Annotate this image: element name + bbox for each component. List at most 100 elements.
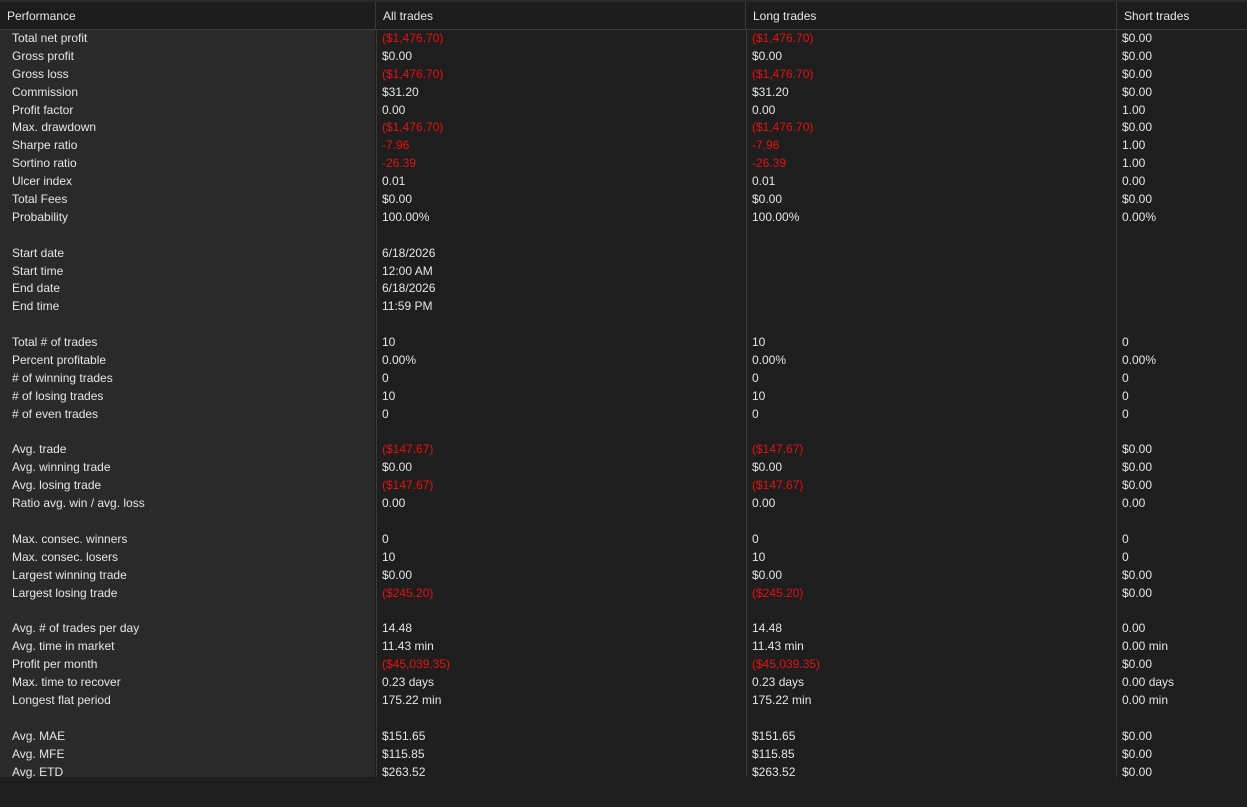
short-trades-value: 0 xyxy=(1122,388,1129,403)
table-row[interactable]: Avg. trade ($147.67) ($147.67) $0.00 xyxy=(0,441,1247,459)
table-row[interactable]: # of winning trades 0 0 0 xyxy=(0,370,1247,388)
all-trades-value: 10 xyxy=(382,388,396,403)
row-label: Commission xyxy=(12,84,79,99)
short-trades-value xyxy=(1122,263,1242,281)
table-row[interactable]: Probability 100.00% 100.00% 0.00% xyxy=(0,209,1247,227)
all-trades-value: 10 xyxy=(382,549,396,564)
short-trades-value: $0.00 xyxy=(1122,192,1153,207)
table-row[interactable]: Gross profit $0.00 $0.00 $0.00 xyxy=(0,48,1247,66)
all-trades-value: 0 xyxy=(382,406,389,421)
row-label xyxy=(12,316,372,334)
short-trades-value: 0.00% xyxy=(1122,353,1157,368)
table-row[interactable]: Avg. # of trades per day 14.48 14.48 0.00 xyxy=(0,620,1247,638)
all-trades-value: -26.39 xyxy=(382,156,417,171)
all-trades-value: $0.00 xyxy=(382,460,413,475)
table-row[interactable]: Largest losing trade ($245.20) ($245.20) $0… xyxy=(0,585,1247,603)
column-header-short-trades[interactable]: Short trades xyxy=(1117,2,1247,30)
row-label: Max. consec. winners xyxy=(12,531,128,546)
table-row[interactable]: Profit factor 0.00 0.00 1.00 xyxy=(0,102,1247,120)
table-row[interactable]: Largest winning trade $0.00 $0.00 $0.00 xyxy=(0,567,1247,585)
table-row[interactable]: Profit per month ($45,039.35) ($45,039.35)… xyxy=(0,656,1247,674)
long-trades-value: $31.20 xyxy=(752,84,789,99)
long-trades-value: -7.96 xyxy=(752,138,780,153)
table-row[interactable]: # of even trades 0 0 0 xyxy=(0,406,1247,424)
table-row[interactable]: Max. drawdown ($1,476.70) ($1,476.70) $0.00 xyxy=(0,119,1247,137)
column-header-all-trades[interactable]: All trades xyxy=(376,2,746,30)
short-trades-value: $0.00 xyxy=(1122,478,1153,493)
table-row[interactable]: End time 11:59 PM xyxy=(0,298,1247,316)
all-trades-value: 0.00 xyxy=(382,496,406,511)
all-trades-value: 0.23 days xyxy=(382,675,435,690)
short-trades-value xyxy=(1122,245,1242,263)
table-row[interactable]: Max. time to recover 0.23 days 0.23 days 0.… xyxy=(0,674,1247,692)
row-label: Max. time to recover xyxy=(12,675,121,690)
table-row[interactable]: Avg. MFE $115.85 $115.85 $0.00 xyxy=(0,746,1247,764)
short-trades-value: 0.00 xyxy=(1122,496,1146,511)
table-row[interactable]: Max. consec. winners 0 0 0 xyxy=(0,531,1247,549)
long-trades-value: ($147.67) xyxy=(752,478,804,493)
table-row[interactable]: Avg. MAE $151.65 $151.65 $0.00 xyxy=(0,728,1247,746)
long-trades-value xyxy=(752,603,1112,621)
column-header-long-trades[interactable]: Long trades xyxy=(746,2,1117,30)
spacer-row xyxy=(0,227,1247,245)
long-trades-value: $0.00 xyxy=(752,48,783,63)
column-header-performance[interactable]: Performance xyxy=(0,2,376,30)
all-trades-value: 0 xyxy=(382,531,389,546)
table-row[interactable]: Commission $31.20 $31.20 $0.00 xyxy=(0,84,1247,102)
table-row[interactable]: End date 6/18/2026 xyxy=(0,280,1247,298)
table-row[interactable]: # of losing trades 10 10 0 xyxy=(0,388,1247,406)
all-trades-value: $0.00 xyxy=(382,567,413,582)
row-label: End date xyxy=(12,281,61,296)
table-row[interactable]: Ulcer index 0.01 0.01 0.00 xyxy=(0,173,1247,191)
spacer-row xyxy=(0,424,1247,442)
all-trades-value: $0.00 xyxy=(382,48,413,63)
all-trades-value: 6/18/2026 xyxy=(382,245,436,260)
long-trades-value: $115.85 xyxy=(752,746,795,761)
row-label xyxy=(12,227,372,245)
long-trades-value: ($245.20) xyxy=(752,585,804,600)
table-row[interactable]: Sharpe ratio -7.96 -7.96 1.00 xyxy=(0,137,1247,155)
short-trades-value: 0 xyxy=(1122,531,1129,546)
table-row[interactable]: Start time 12:00 AM xyxy=(0,263,1247,281)
all-trades-value: -7.96 xyxy=(382,138,410,153)
long-trades-value: ($45,039.35) xyxy=(752,657,821,672)
table-row[interactable]: Max. consec. losers 10 10 0 xyxy=(0,549,1247,567)
all-trades-value: ($147.67) xyxy=(382,478,434,493)
long-trades-value: 0 xyxy=(752,531,759,546)
all-trades-value: ($1,476.70) xyxy=(382,120,444,135)
short-trades-value: $0.00 xyxy=(1122,460,1153,475)
table-row[interactable]: Total # of trades 10 10 0 xyxy=(0,334,1247,352)
row-label: Gross loss xyxy=(12,66,69,81)
row-label: Avg. ETD xyxy=(12,764,64,779)
row-label: Avg. MAE xyxy=(12,728,66,743)
all-trades-value: 0.00 xyxy=(382,102,406,117)
table-row[interactable]: Longest flat period 175.22 min 175.22 min 0… xyxy=(0,692,1247,710)
short-trades-value xyxy=(1122,424,1242,442)
all-trades-value xyxy=(382,603,742,621)
long-trades-value: 0 xyxy=(752,406,759,421)
table-row[interactable]: Gross loss ($1,476.70) ($1,476.70) $0.00 xyxy=(0,66,1247,84)
row-label: Ratio avg. win / avg. loss xyxy=(12,496,145,511)
table-row[interactable]: Start date 6/18/2026 xyxy=(0,245,1247,263)
long-trades-value: -26.39 xyxy=(752,156,787,171)
table-row[interactable]: Sortino ratio -26.39 -26.39 1.00 xyxy=(0,155,1247,173)
long-trades-value xyxy=(752,227,1112,245)
short-trades-value: 0 xyxy=(1122,335,1129,350)
table-row[interactable]: Avg. time in market 11.43 min 11.43 min 0.0… xyxy=(0,638,1247,656)
table-row[interactable]: Total net profit ($1,476.70) ($1,476.70) $0… xyxy=(0,30,1247,48)
long-trades-value: 0.00 xyxy=(752,102,776,117)
all-trades-value xyxy=(382,316,742,334)
row-label: End time xyxy=(12,299,60,314)
table-row[interactable]: Ratio avg. win / avg. loss 0.00 0.00 0.00 xyxy=(0,495,1247,513)
row-label: Gross profit xyxy=(12,48,75,63)
long-trades-value: 14.48 xyxy=(752,621,783,636)
all-trades-value xyxy=(382,227,742,245)
short-trades-value: 0 xyxy=(1122,370,1129,385)
long-trades-value: 0.00% xyxy=(752,353,787,368)
row-label: Avg. losing trade xyxy=(12,478,102,493)
table-row[interactable]: Percent profitable 0.00% 0.00% 0.00% xyxy=(0,352,1247,370)
table-row[interactable]: Avg. ETD $263.52 $263.52 $0.00 xyxy=(0,764,1247,782)
table-row[interactable]: Avg. losing trade ($147.67) ($147.67) $0.00 xyxy=(0,477,1247,495)
table-row[interactable]: Total Fees $0.00 $0.00 $0.00 xyxy=(0,191,1247,209)
table-row[interactable]: Avg. winning trade $0.00 $0.00 $0.00 xyxy=(0,459,1247,477)
